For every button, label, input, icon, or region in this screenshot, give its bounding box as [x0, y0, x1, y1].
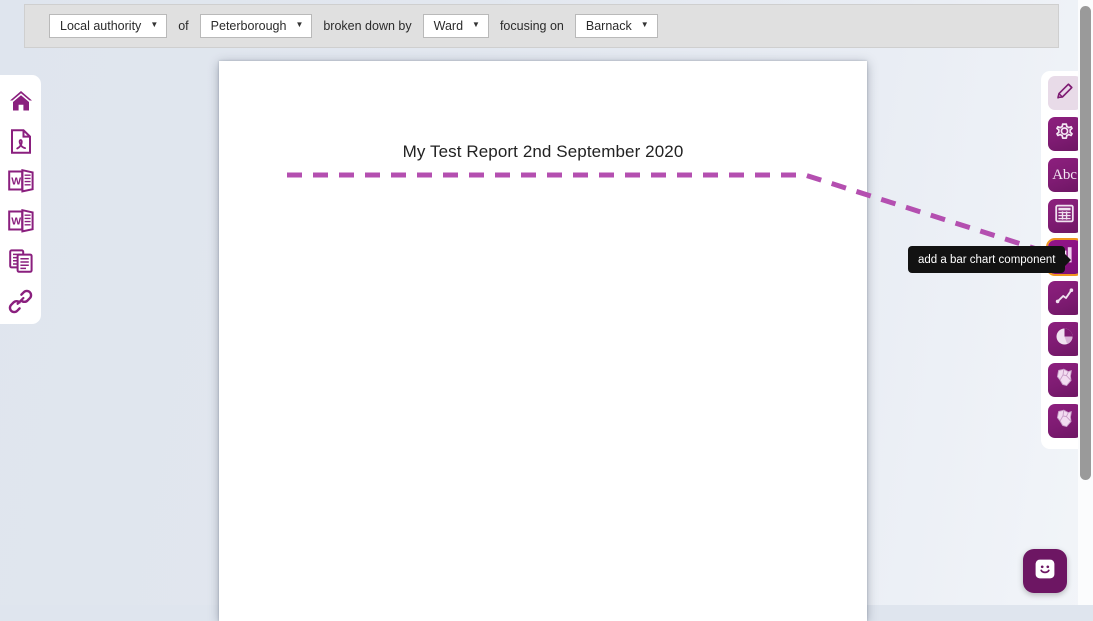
table-component-button[interactable]	[1047, 199, 1082, 233]
line-chart-icon	[1054, 285, 1075, 311]
word-export-alt-icon: W	[7, 209, 34, 233]
label-of: of	[178, 19, 189, 33]
pdf-export-icon	[10, 128, 32, 154]
breakdown-select[interactable]: Ward ▼	[422, 14, 489, 38]
smiley-face-icon	[1033, 557, 1057, 586]
area-value: Peterborough	[210, 18, 287, 33]
tooltip-text: add a bar chart component	[918, 253, 1056, 266]
pie-chart-icon	[1054, 326, 1075, 352]
map-component-button[interactable]	[1047, 363, 1082, 397]
map-icon	[1054, 367, 1075, 393]
focus-value: Barnack	[585, 18, 632, 33]
help-chat-button[interactable]	[1023, 549, 1067, 593]
left-action-rail: W W	[0, 75, 41, 324]
text-abc-icon: Abc	[1052, 166, 1077, 183]
query-toolbar: Local authority ▼ of Peterborough ▼ brok…	[24, 4, 1059, 48]
settings-gear-icon	[1054, 121, 1075, 147]
page-title: My Test Report 2nd September 2020	[402, 142, 684, 161]
focus-select[interactable]: Barnack ▼	[574, 14, 658, 38]
label-focusing-on: focusing on	[499, 19, 564, 33]
pdf-export-button[interactable]	[1, 121, 41, 161]
table-icon	[1054, 203, 1075, 229]
word-export-button[interactable]: W	[1, 161, 41, 201]
map-alt-component-button[interactable]	[1047, 404, 1082, 438]
report-page-canvas[interactable]: My Test Report 2nd September 2020	[219, 61, 867, 621]
vertical-scrollbar-track[interactable]	[1078, 0, 1093, 605]
chevron-down-icon: ▼	[472, 20, 480, 29]
home-button[interactable]	[1, 81, 41, 121]
word-export-alt-button[interactable]: W	[1, 201, 41, 241]
geography-type-value: Local authority	[60, 18, 142, 33]
edit-pencil-button[interactable]	[1047, 76, 1082, 110]
copy-button[interactable]	[1, 241, 41, 281]
share-link-button[interactable]	[1, 281, 41, 321]
edit-pencil-icon	[1055, 81, 1075, 106]
bar-chart-tooltip: add a bar chart component	[908, 246, 1066, 273]
chevron-down-icon: ▼	[150, 20, 159, 29]
vertical-scrollbar-thumb[interactable]	[1080, 6, 1091, 480]
svg-text:W: W	[11, 175, 21, 187]
pie-chart-component-button[interactable]	[1047, 322, 1082, 356]
link-icon	[8, 289, 33, 314]
geography-type-select[interactable]: Local authority ▼	[49, 14, 168, 38]
chevron-down-icon: ▼	[295, 20, 304, 29]
settings-gear-button[interactable]	[1047, 117, 1082, 151]
area-select[interactable]: Peterborough ▼	[199, 14, 313, 38]
line-chart-component-button[interactable]	[1047, 281, 1082, 315]
copy-icon	[8, 249, 33, 273]
svg-text:W: W	[11, 215, 21, 227]
breakdown-value: Ward	[433, 18, 464, 33]
chevron-down-icon: ▼	[640, 20, 649, 29]
text-component-button[interactable]: Abc	[1047, 158, 1082, 192]
label-broken-down-by: broken down by	[323, 19, 412, 33]
map-alt-icon	[1054, 408, 1075, 434]
home-icon	[9, 90, 33, 112]
word-export-icon: W	[7, 169, 34, 193]
